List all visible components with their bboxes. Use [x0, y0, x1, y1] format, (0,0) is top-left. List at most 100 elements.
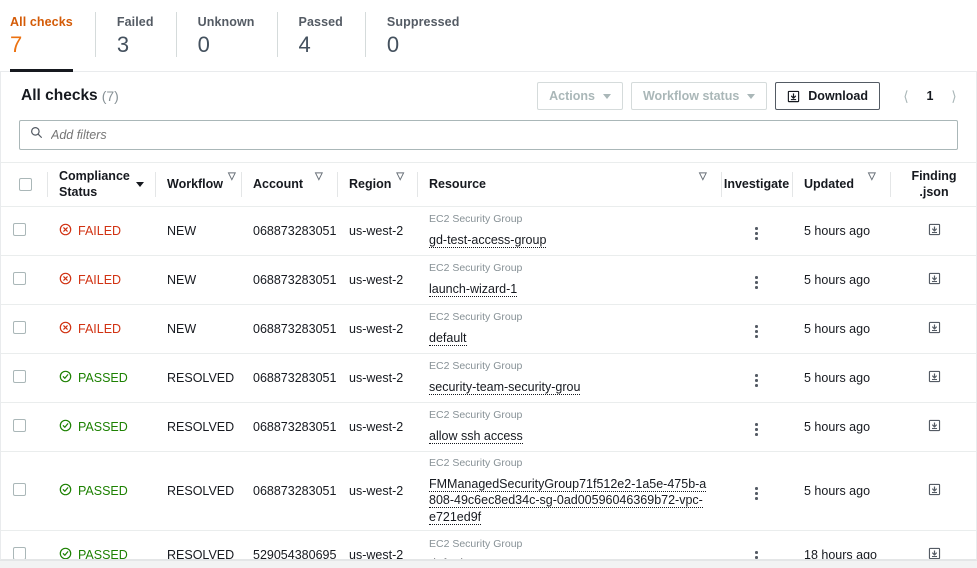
passed-circle-check-icon [59, 370, 72, 386]
resource-name-link[interactable]: default [429, 331, 467, 347]
status-label: FAILED [78, 224, 122, 238]
resource-name-link[interactable]: allow ssh access [429, 429, 523, 445]
filter-input[interactable] [51, 128, 947, 142]
row-checkbox[interactable] [13, 370, 26, 383]
download-finding-json-icon[interactable] [928, 223, 941, 239]
resource-name-link[interactable]: security-team-security-grou [429, 380, 581, 396]
download-finding-json-icon[interactable] [928, 272, 941, 288]
table-header-row: Compliance Status Workflow ▽ Account ▽ R… [1, 162, 976, 207]
workflow-status-button-label: Workflow status [642, 89, 740, 103]
failed-circle-x-icon [59, 272, 72, 288]
header-finding-json: Finding .json [890, 162, 976, 207]
findings-table-card: All checks (7) Actions Workflow status D… [0, 72, 977, 560]
row-checkbox[interactable] [13, 321, 26, 334]
cell-investigate [721, 255, 792, 305]
workflow-status-button[interactable]: Workflow status [630, 82, 768, 110]
filter-area [1, 120, 976, 162]
summary-tab-failed[interactable]: Failed 3 [94, 0, 176, 71]
workflow-value: RESOLVED [167, 420, 235, 434]
row-checkbox[interactable] [13, 223, 26, 236]
row-checkbox[interactable] [13, 419, 26, 432]
header-label: Region [349, 176, 392, 191]
download-finding-json-icon[interactable] [928, 483, 941, 499]
kebab-menu-icon[interactable] [747, 419, 766, 440]
previous-page-icon[interactable]: ⟨ [894, 83, 918, 109]
account-value: 068873283051 [253, 273, 337, 287]
summary-tab-all-checks[interactable]: All checks 7 [10, 0, 95, 72]
account-value: 529054380695 [253, 548, 337, 559]
kebab-menu-icon[interactable] [747, 272, 766, 293]
summary-tab-value: 0 [197, 31, 210, 57]
region-value: us-west-2 [349, 484, 404, 499]
failed-circle-x-icon [59, 223, 72, 239]
download-finding-json-icon[interactable] [928, 321, 941, 337]
download-button[interactable]: Download [775, 82, 880, 110]
kebab-menu-icon[interactable] [747, 547, 766, 559]
next-page-icon[interactable]: ⟩ [942, 83, 966, 109]
summary-tab-suppressed[interactable]: Suppressed 0 [364, 0, 482, 71]
workflow-value: RESOLVED [167, 484, 235, 499]
compliance-summary-tabs: All checks 7 Failed 3 Unknown 0 Passed 4… [0, 0, 977, 72]
region-value: us-west-2 [349, 371, 404, 385]
resource-type: EC2 Security Group [429, 360, 523, 373]
row-select-cell [1, 206, 47, 256]
cell-investigate [721, 353, 792, 403]
workflow-value: NEW [167, 322, 197, 336]
cell-finding-json [890, 402, 976, 452]
row-select-cell [1, 255, 47, 305]
cell-region: us-west-2 [337, 402, 417, 452]
resource-name-link[interactable]: FMManagedSecurityGroup71f512e2-1a5e-475b… [429, 476, 707, 525]
actions-button[interactable]: Actions [537, 82, 623, 110]
cell-account: 068873283051 [241, 304, 337, 354]
header-resource[interactable]: Resource [417, 162, 721, 207]
cell-workflow: NEW [155, 255, 241, 305]
kebab-menu-icon[interactable] [747, 321, 766, 342]
header-select-all [1, 162, 47, 207]
cell-updated: 5 hours ago [792, 304, 890, 354]
row-checkbox[interactable] [13, 547, 26, 559]
summary-tab-value: 3 [116, 31, 130, 57]
select-all-checkbox[interactable] [19, 178, 32, 191]
download-finding-json-icon[interactable] [928, 370, 941, 386]
status-label: PASSED [78, 371, 128, 385]
region-value: us-west-2 [349, 273, 404, 287]
kebab-menu-icon[interactable] [747, 370, 766, 391]
cell-finding-json [890, 304, 976, 354]
account-value: 068873283051 [253, 484, 337, 499]
cell-resource: EC2 Security Group default [417, 530, 721, 559]
row-checkbox[interactable] [13, 483, 26, 497]
cell-resource: EC2 Security Group security-team-security… [417, 353, 721, 403]
table-row: FAILED NEW 068873283051 us-west-2 EC2 Securi… [1, 255, 976, 305]
download-finding-json-icon[interactable] [928, 419, 941, 435]
row-checkbox[interactable] [13, 272, 26, 285]
passed-circle-check-icon [59, 483, 72, 499]
cell-compliance-status: PASSED [47, 402, 155, 452]
summary-tab-passed[interactable]: Passed 4 [276, 0, 365, 71]
table-row: FAILED NEW 068873283051 us-west-2 EC2 Securi… [1, 206, 976, 256]
cell-finding-json [890, 255, 976, 305]
summary-tab-unknown[interactable]: Unknown 0 [175, 0, 277, 71]
kebab-menu-icon[interactable] [747, 223, 766, 244]
cell-investigate [721, 530, 792, 559]
passed-circle-check-icon [59, 547, 72, 559]
header-label: Updated [804, 176, 854, 191]
header-compliance-status[interactable]: Compliance Status [47, 162, 155, 207]
header-account[interactable]: Account [241, 162, 337, 207]
cell-finding-json [890, 530, 976, 559]
header-workflow[interactable]: Workflow [155, 162, 241, 207]
download-finding-json-icon[interactable] [928, 547, 941, 559]
header-region[interactable]: Region [337, 162, 417, 207]
filter-input-wrapper[interactable] [19, 120, 958, 150]
kebab-menu-icon[interactable] [747, 483, 766, 504]
cell-workflow: RESOLVED [155, 451, 241, 532]
updated-value: 5 hours ago [804, 371, 871, 385]
resource-type: EC2 Security Group [429, 457, 523, 469]
resource-type: EC2 Security Group [429, 213, 523, 226]
resource-name-link[interactable]: gd-test-access-group [429, 233, 547, 249]
table-toolbar: All checks (7) Actions Workflow status D… [1, 72, 976, 120]
cell-compliance-status: PASSED [47, 353, 155, 403]
header-updated[interactable]: Updated [792, 162, 890, 207]
cell-workflow: NEW [155, 206, 241, 256]
resource-name-link[interactable]: default [429, 557, 467, 559]
resource-name-link[interactable]: launch-wizard-1 [429, 282, 518, 298]
